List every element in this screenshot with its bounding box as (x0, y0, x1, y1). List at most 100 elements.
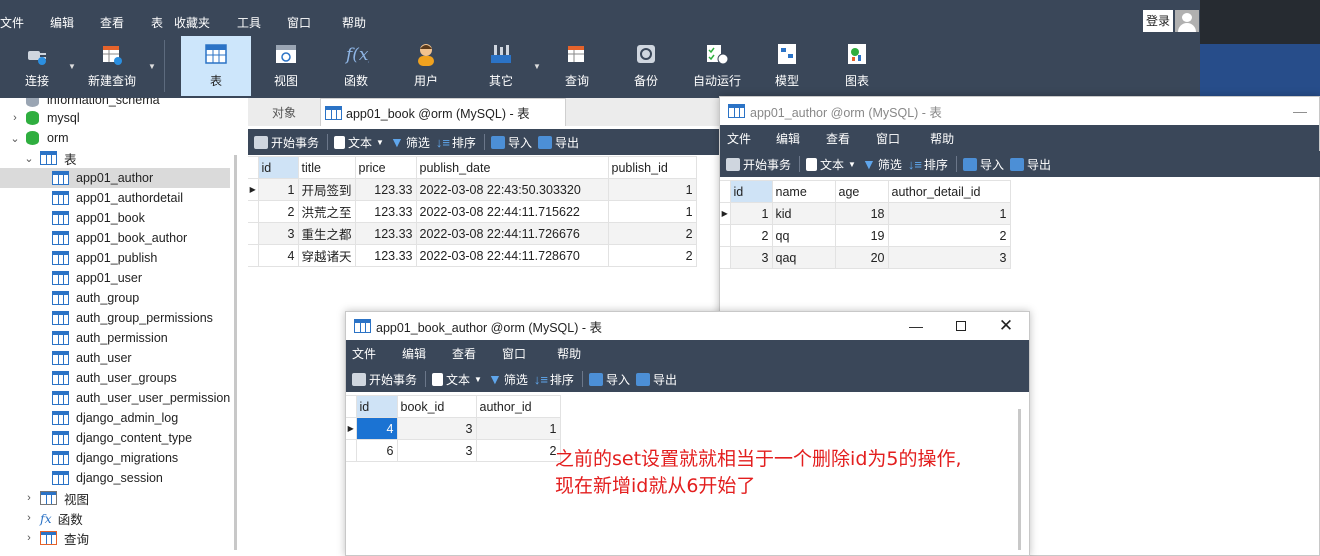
menu-view[interactable]: 查看 (826, 130, 850, 147)
tree-item-table[interactable]: app01_publish (0, 248, 230, 268)
window-title-bar[interactable]: app01_book_author @orm (MySQL) - 表 — ✕ (346, 312, 1029, 340)
tree-item-table[interactable]: auth_user_user_permission (0, 388, 230, 408)
selected-cell[interactable]: 4 (355, 417, 398, 440)
filter-button[interactable]: ▼ 筛选 (488, 371, 528, 388)
text-button[interactable]: 文本 ▼ (334, 134, 384, 151)
tree-item-table[interactable]: app01_author (0, 168, 230, 188)
column-header[interactable]: author_id (475, 395, 561, 418)
column-header[interactable]: id (355, 395, 398, 418)
import-button[interactable]: 导入 (490, 134, 532, 151)
filter-button[interactable]: ▼ 筛选 (390, 134, 430, 151)
tree-item-table[interactable]: auth_permission (0, 328, 230, 348)
begin-transaction-button[interactable]: 开始事务 (352, 371, 417, 388)
menu-file[interactable]: 文件 (727, 130, 751, 147)
new-query-button[interactable]: 新建查询 (78, 36, 146, 96)
tab-app01-book[interactable]: app01_book @orm (MySQL) - 表 (320, 98, 566, 126)
tree-item-table[interactable]: app01_book (0, 208, 230, 228)
tree-item-table[interactable]: auth_user_groups (0, 368, 230, 388)
tree-item-table[interactable]: django_session (0, 468, 230, 488)
column-header[interactable]: id (257, 156, 299, 179)
menu-favorites[interactable]: 收藏夹 (174, 14, 210, 31)
column-header[interactable]: book_id (396, 395, 477, 418)
close-button[interactable]: ✕ (988, 312, 1024, 340)
menu-window[interactable]: 窗口 (502, 345, 526, 362)
chevron-down-icon[interactable]: ⌄ (22, 152, 36, 165)
table-row[interactable]: 6 3 2 (346, 439, 561, 462)
tree-item-table[interactable]: auth_group (0, 288, 230, 308)
chevron-right-icon[interactable]: › (8, 112, 22, 124)
window-title-bar[interactable]: app01_author @orm (MySQL) - 表 — (720, 97, 1319, 125)
column-header[interactable]: author_detail_id (887, 180, 1011, 203)
connect-button[interactable]: 连接 (2, 36, 72, 96)
menu-edit[interactable]: 编辑 (776, 130, 800, 147)
menu-table[interactable]: 表 (151, 14, 163, 31)
tree-item-table[interactable]: django_migrations (0, 448, 230, 468)
menu-edit[interactable]: 编辑 (402, 345, 426, 362)
table-row[interactable]: ▶ 1 kid 18 1 (720, 202, 1011, 225)
menu-window[interactable]: 窗口 (287, 14, 311, 31)
other-button[interactable]: 其它 (466, 36, 536, 96)
tree-item-table[interactable]: app01_authordetail (0, 188, 230, 208)
chevron-right-icon[interactable]: › (22, 512, 36, 524)
table-row[interactable]: 3 qaq 20 3 (720, 246, 1011, 269)
chevron-right-icon[interactable]: › (22, 532, 36, 544)
function-button[interactable]: f(x) 函数 (321, 36, 391, 96)
query-button[interactable]: 查询 (542, 36, 612, 96)
begin-transaction-button[interactable]: 开始事务 (254, 134, 319, 151)
column-header[interactable]: title (297, 156, 356, 179)
menu-view[interactable]: 查看 (452, 345, 476, 362)
sidebar-scrollbar[interactable] (234, 155, 237, 550)
import-button[interactable]: 导入 (588, 371, 630, 388)
backup-button[interactable]: 备份 (611, 36, 681, 96)
tree-item-table[interactable]: app01_book_author (0, 228, 230, 248)
table-row[interactable]: 2 qq 19 2 (720, 224, 1011, 247)
menu-window[interactable]: 窗口 (876, 130, 900, 147)
menu-tools[interactable]: 工具 (237, 14, 261, 31)
minimize-button[interactable]: — (898, 312, 934, 340)
menu-file[interactable]: 文件 (352, 345, 376, 362)
tab-objects[interactable]: 对象 (248, 100, 320, 126)
tree-item-orm[interactable]: ⌄ orm (0, 128, 230, 148)
begin-transaction-button[interactable]: 开始事务 (726, 156, 791, 173)
menu-file[interactable]: 文件 (0, 14, 24, 31)
menu-help[interactable]: 帮助 (930, 130, 954, 147)
table-row[interactable]: ▶ 1 开局签到 123.33 2022-03-08 22:43:50.3033… (248, 178, 697, 201)
sort-button[interactable]: ↓≡ 排序 (436, 134, 476, 151)
menu-help[interactable]: 帮助 (342, 14, 366, 31)
tree-item-mysql[interactable]: › mysql (0, 108, 230, 128)
tree-item-table[interactable]: django_admin_log (0, 408, 230, 428)
export-button[interactable]: 导出 (1009, 156, 1051, 173)
menu-view[interactable]: 查看 (100, 14, 124, 31)
export-button[interactable]: 导出 (537, 134, 579, 151)
column-header[interactable]: name (771, 180, 836, 203)
tree-item-table[interactable]: auth_user (0, 348, 230, 368)
book-author-scrollbar[interactable] (1018, 409, 1021, 550)
text-button[interactable]: 文本 ▼ (432, 371, 482, 388)
column-header[interactable]: price (354, 156, 417, 179)
menu-help[interactable]: 帮助 (557, 345, 581, 362)
sort-button[interactable]: ↓≡ 排序 (534, 371, 574, 388)
column-header[interactable]: age (834, 180, 889, 203)
maximize-button[interactable] (943, 312, 979, 340)
column-header[interactable]: id (729, 180, 773, 203)
table-row[interactable]: 3 重生之都 123.33 2022-03-08 22:44:11.726676… (248, 222, 697, 245)
import-button[interactable]: 导入 (962, 156, 1004, 173)
tree-item-queries[interactable]: › 查询 (0, 528, 230, 548)
chart-button[interactable]: 图表 (822, 36, 892, 96)
column-header[interactable]: publish_id (607, 156, 697, 179)
menu-edit[interactable]: 编辑 (50, 14, 74, 31)
view-button[interactable]: 视图 (251, 36, 321, 96)
new-query-dropdown-icon[interactable]: ▼ (148, 62, 156, 71)
tree-item-table[interactable]: django_content_type (0, 428, 230, 448)
table-row[interactable]: ▶ 4 3 1 (346, 417, 561, 440)
tree-item-table[interactable]: app01_user (0, 268, 230, 288)
filter-button[interactable]: ▼ 筛选 (862, 156, 902, 173)
table-row[interactable]: 2 洪荒之至 123.33 2022-03-08 22:44:11.715622… (248, 200, 697, 223)
user-button[interactable]: 用户 (391, 36, 461, 96)
minimize-button[interactable]: — (1282, 97, 1318, 125)
column-header[interactable]: publish_date (415, 156, 609, 179)
sort-button[interactable]: ↓≡ 排序 (908, 156, 948, 173)
tree-item-table[interactable]: auth_group_permissions (0, 308, 230, 328)
chevron-down-icon[interactable]: ⌄ (8, 132, 22, 145)
table-button[interactable]: 表 (181, 36, 251, 96)
